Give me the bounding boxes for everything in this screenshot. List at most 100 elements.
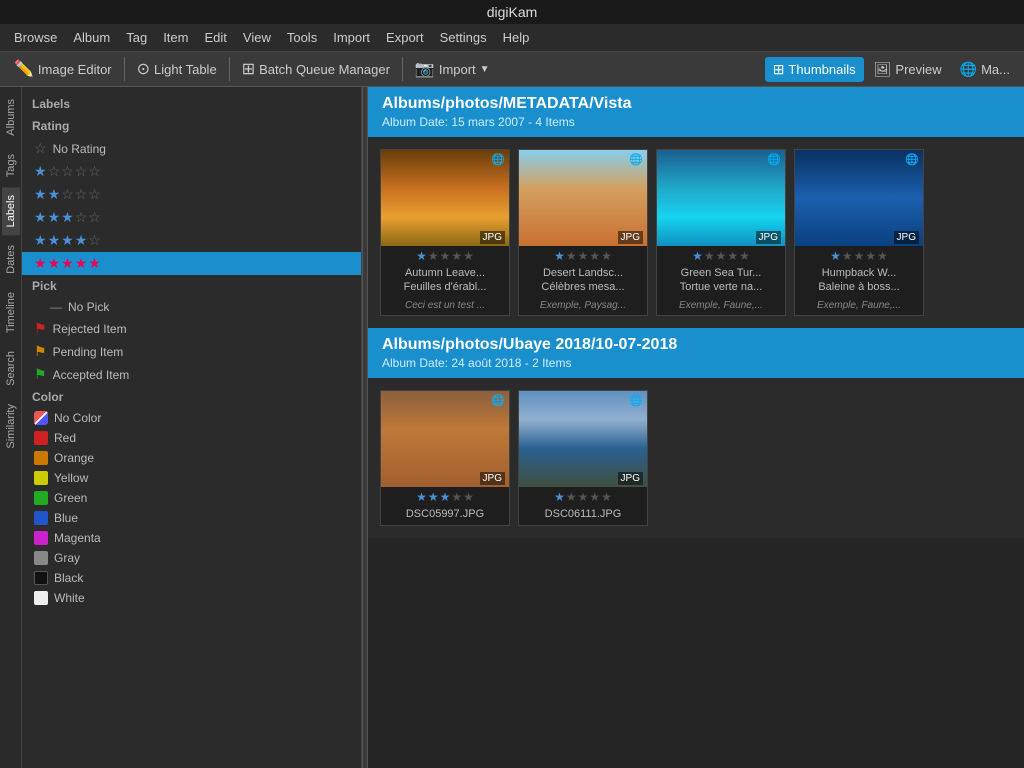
menu-album[interactable]: Album [67,28,116,47]
globe-icon-2: 🌐 [629,153,643,166]
thumb-comment-4: Exemple, Faune,... [795,299,923,315]
thumb-name-6: DSC06111.JPG [519,505,647,525]
color-green[interactable]: Green [22,488,361,508]
content-area: Albums/photos/METADATA/Vista Album Date:… [368,87,1024,768]
thumb-turtle[interactable]: 🌐 JPG ★ ★ ★ ★ ★ Green Sea Tur...Tortue v… [656,149,786,316]
import-button[interactable]: 📷 Import ▼ [407,55,498,83]
color-magenta[interactable]: Magenta [22,528,361,548]
thumb-dsc05997[interactable]: 🌐 JPG ★ ★ ★ ★ ★ DSC05997.JPG [380,390,510,526]
thumb-stars-4: ★ ★ ★ ★ ★ [795,246,923,264]
tab-tags[interactable]: Tags [2,146,20,185]
album-date-2: Album Date: 24 août 2018 - 2 Items [382,356,1010,370]
color-white[interactable]: White [22,588,361,608]
thumb-autumn-leaves[interactable]: 🌐 JPG ★ ★ ★ ★ ★ Autumn Leave...Feuilles … [380,149,510,316]
pick-pending[interactable]: ⚑ Pending Item [22,340,361,363]
red-swatch [34,431,48,445]
format-label-5: JPG [480,472,505,485]
batch-queue-button[interactable]: ⊞ Batch Queue Manager [234,55,398,83]
rating-1star[interactable]: ★ ☆ ☆ ☆ ☆ [22,160,361,183]
thumb-dsc06111[interactable]: 🌐 JPG ★ ★ ★ ★ ★ DSC06111.JPG [518,390,648,526]
orange-swatch [34,451,48,465]
color-black[interactable]: Black [22,568,361,588]
toolbar-separator-3 [402,57,403,81]
no-pick-label: No Pick [68,300,109,314]
5star-stars: ★ ★ ★ ★ ★ [34,255,101,272]
green-swatch [34,491,48,505]
rating-title: Rating [22,115,361,137]
thumb-comment-3: Exemple, Faune,... [657,299,785,315]
tab-albums[interactable]: Albums [2,91,20,144]
thumb-name-4: Humpback W...Baleine à boss... [795,264,923,299]
menu-export[interactable]: Export [380,28,430,47]
pick-title: Pick [22,275,361,297]
main-area: Albums Tags Labels Dates Timeline Search… [0,87,1024,768]
color-orange[interactable]: Orange [22,448,361,468]
menu-settings[interactable]: Settings [434,28,493,47]
thumb-stars-1: ★ ★ ★ ★ ★ [381,246,509,264]
3star-stars: ★ ★ ★ ☆ ☆ [34,209,101,226]
rating-3star[interactable]: ★ ★ ★ ☆ ☆ [22,206,361,229]
toolbar: ✏️ Image Editor ⊙ Light Table ⊞ Batch Qu… [0,52,1024,87]
menu-item[interactable]: Item [157,28,194,47]
menu-tag[interactable]: Tag [120,28,153,47]
menu-bar: Browse Album Tag Item Edit View Tools Im… [0,24,1024,52]
thumb-whale[interactable]: 🌐 JPG ★ ★ ★ ★ ★ Humpback W...Baleine à b… [794,149,924,316]
thumb-name-3: Green Sea Tur...Tortue verte na... [657,264,785,299]
thumb-name-5: DSC05997.JPG [381,505,509,525]
pending-label: Pending Item [53,345,124,359]
image-editor-button[interactable]: ✏️ Image Editor [6,55,120,83]
pick-no-pick[interactable]: — No Pick [22,297,361,317]
tab-dates[interactable]: Dates [2,237,20,282]
yellow-label: Yellow [54,471,88,485]
pick-accepted[interactable]: ⚑ Accepted Item [22,363,361,386]
tab-search[interactable]: Search [2,343,20,394]
thumb-img-autumn: 🌐 JPG [381,150,509,246]
thumb-desert[interactable]: 🌐 JPG ★ ★ ★ ★ ★ Desert Landsc...Célèbres… [518,149,648,316]
app-title: digiKam [487,4,538,20]
album-title-1: Albums/photos/METADATA/Vista [382,95,1010,113]
menu-import[interactable]: Import [327,28,376,47]
tab-similarity[interactable]: Similarity [2,396,20,457]
blue-swatch [34,511,48,525]
rejected-label: Rejected Item [53,322,127,336]
menu-browse[interactable]: Browse [8,28,63,47]
menu-help[interactable]: Help [497,28,536,47]
pick-rejected[interactable]: ⚑ Rejected Item [22,317,361,340]
color-blue[interactable]: Blue [22,508,361,528]
color-yellow[interactable]: Yellow [22,468,361,488]
pending-flag-icon: ⚑ [34,343,47,360]
preview-button[interactable]: 🖼 Preview [866,57,950,82]
thumbnails-button[interactable]: ⊞ Thumbnails [765,57,864,82]
no-color-label: No Color [54,411,101,425]
2star-stars: ★ ★ ☆ ☆ ☆ [34,186,101,203]
thumbnails-icon: ⊞ [773,61,785,78]
color-gray[interactable]: Gray [22,548,361,568]
color-red[interactable]: Red [22,428,361,448]
globe-icon-3: 🌐 [767,153,781,166]
preview-icon: 🖼 [874,61,892,78]
rating-no-rating[interactable]: ☆ No Rating [22,137,361,160]
album-date-1: Album Date: 15 mars 2007 - 4 Items [382,115,1010,129]
thumb-img-bear: 🌐 JPG [381,391,509,487]
thumb-stars-3: ★ ★ ★ ★ ★ [657,246,785,264]
toolbar-separator-2 [229,57,230,81]
map-button[interactable]: 🌐 Ma... [952,57,1018,82]
tab-timeline[interactable]: Timeline [2,284,20,341]
rating-5star[interactable]: ★ ★ ★ ★ ★ [22,252,361,275]
menu-view[interactable]: View [237,28,277,47]
magenta-swatch [34,531,48,545]
thumb-stars-6: ★ ★ ★ ★ ★ [519,487,647,505]
accepted-flag-icon: ⚑ [34,366,47,383]
thumb-img-lake: 🌐 JPG [519,391,647,487]
accepted-label: Accepted Item [53,368,130,382]
import-icon: 📷 [415,59,435,79]
color-no-color[interactable]: No Color [22,408,361,428]
light-table-button[interactable]: ⊙ Light Table [129,55,225,83]
rating-4star[interactable]: ★ ★ ★ ★ ☆ [22,229,361,252]
menu-tools[interactable]: Tools [281,28,323,47]
thumb-img-whale: 🌐 JPG [795,150,923,246]
tab-labels[interactable]: Labels [2,187,20,235]
rating-2star[interactable]: ★ ★ ☆ ☆ ☆ [22,183,361,206]
thumb-name-1: Autumn Leave...Feuilles d'érabl... [381,264,509,299]
menu-edit[interactable]: Edit [198,28,232,47]
